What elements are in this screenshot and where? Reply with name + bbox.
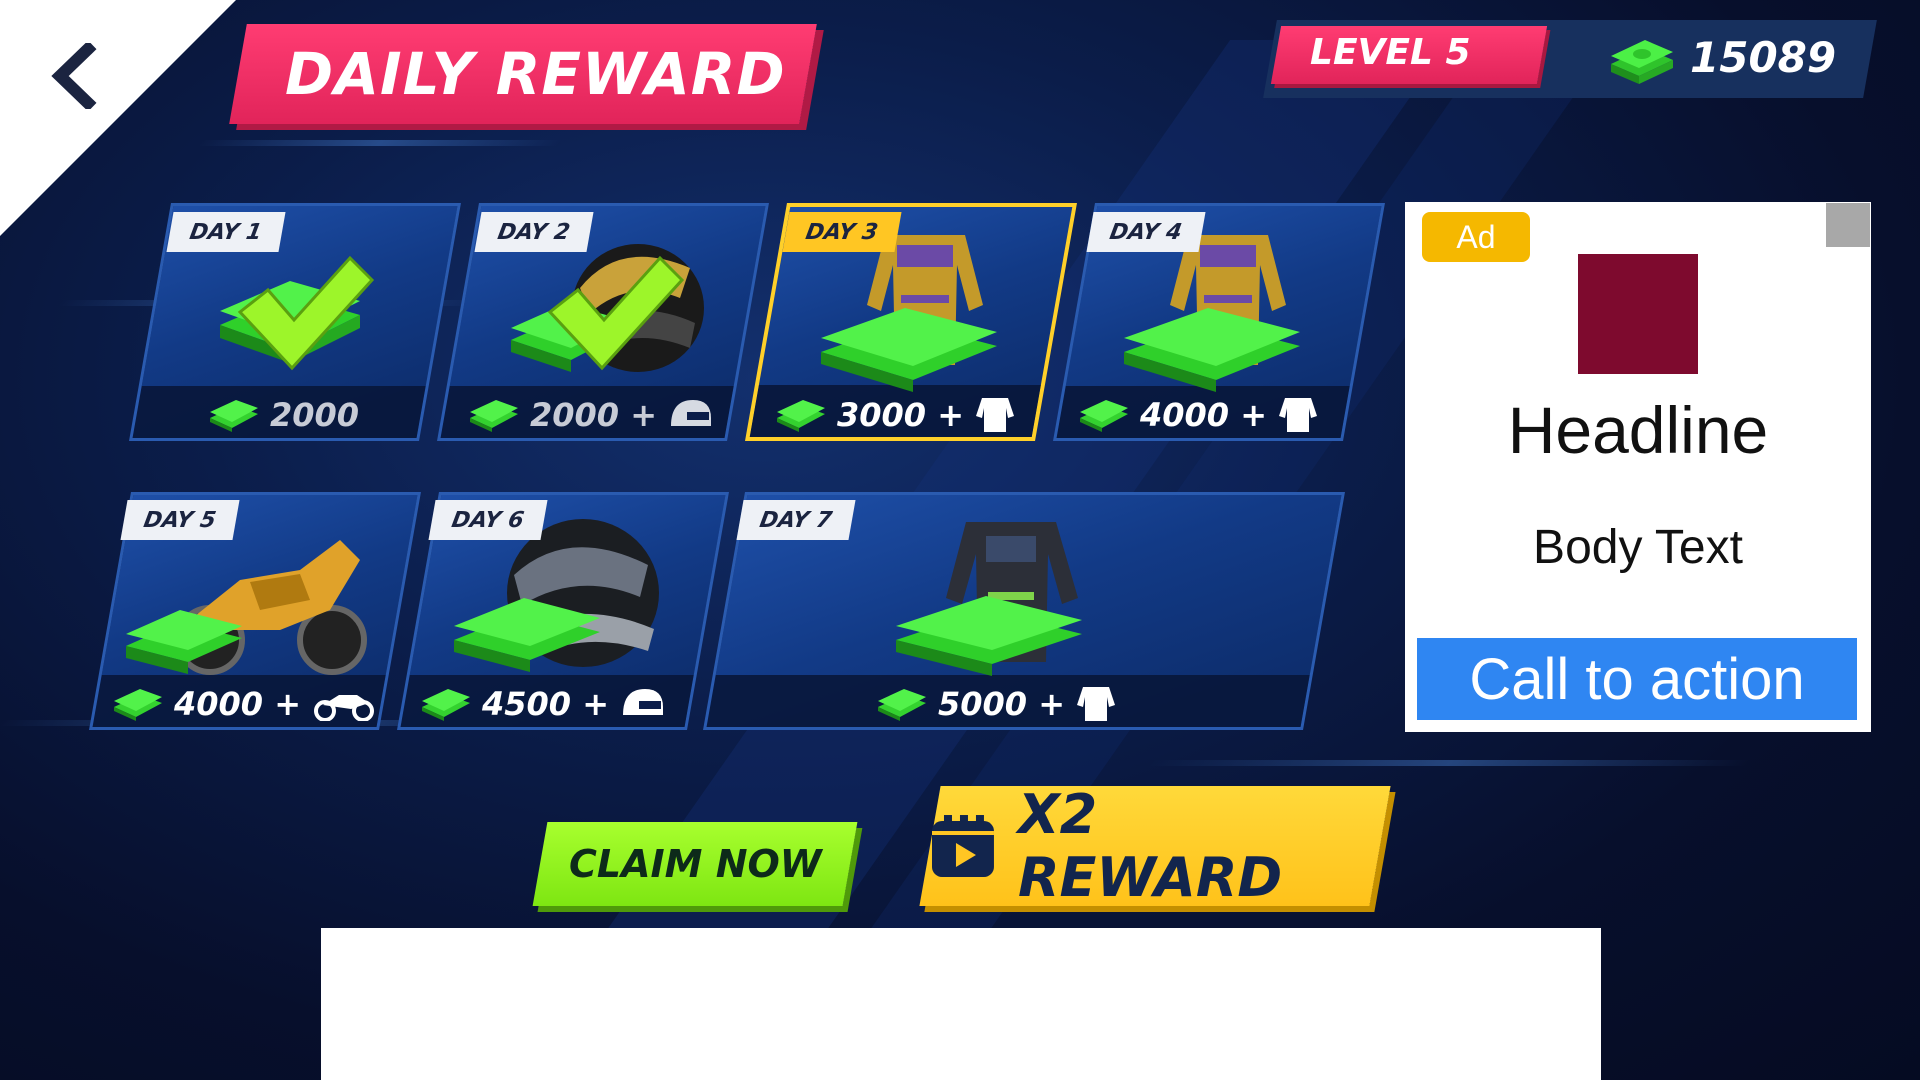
motorbike-icon: [314, 695, 375, 721]
reward-amount-row: 4500 +: [420, 685, 665, 723]
ad-badge: Ad: [1422, 212, 1530, 262]
cash-stack-icon: [126, 610, 242, 674]
reward-amount: 4000 +: [174, 685, 302, 723]
light-streak: [197, 140, 563, 146]
x2-reward-button[interactable]: X2 REWARD: [919, 783, 1391, 909]
day-label: DAY 2: [474, 212, 594, 252]
day-label: DAY 4: [1086, 212, 1206, 252]
suit-icon: [1279, 398, 1318, 432]
cash-icon: [1611, 40, 1673, 84]
cash-stack-icon: [454, 598, 600, 672]
helmet-icon: [671, 400, 712, 426]
day-label: DAY 6: [428, 500, 548, 540]
day-label: DAY 3: [782, 212, 902, 252]
claim-now-label: CLAIM NOW: [568, 842, 822, 886]
ad-close-button[interactable]: [1826, 203, 1870, 247]
helmet-icon: [623, 689, 664, 715]
reward-amount: 3000 +: [837, 396, 965, 434]
back-button[interactable]: [38, 36, 108, 116]
cash-icon: [1080, 400, 1128, 432]
day-label: DAY 5: [120, 500, 240, 540]
reward-amount-row: 2000 +: [468, 396, 713, 434]
ad-image-placeholder: [1578, 254, 1698, 374]
ad-headline: Headline: [1507, 393, 1769, 467]
cash-stack-icon: [821, 308, 997, 392]
x2-reward-content: X2 REWARD: [930, 783, 1380, 909]
cash-stack-icon: [1124, 308, 1300, 392]
reward-amount: 5000 +: [938, 685, 1066, 723]
reward-amount-row: 2000: [208, 396, 359, 434]
claim-now-button[interactable]: CLAIM NOW: [532, 822, 858, 906]
reward-amount-row: 4000 +: [1078, 396, 1319, 434]
reward-amount-row: 4000 +: [112, 685, 377, 723]
chevron-left-icon: [51, 43, 97, 109]
reward-amount: 2000 +: [530, 396, 658, 434]
reward-amount: 4000 +: [1140, 396, 1268, 434]
ad-body-text: Body Text: [1533, 521, 1743, 574]
day-label: DAY 7: [736, 500, 856, 540]
checkmark-icon: [237, 255, 375, 371]
light-streak: [1147, 760, 1753, 766]
level-label: LEVEL 5: [1310, 32, 1471, 73]
suit-icon: [976, 398, 1015, 432]
video-ad-icon: [931, 815, 994, 877]
day-label: DAY 1: [166, 212, 286, 252]
coin-balance: 15089: [1690, 33, 1837, 82]
reward-amount: 2000: [270, 396, 360, 434]
cash-stack-icon: [896, 596, 1082, 676]
reward-amount-row: 3000 +: [775, 396, 1016, 434]
cash-icon: [470, 400, 518, 432]
cash-icon: [878, 689, 926, 721]
reward-amount: 4500 +: [482, 685, 610, 723]
cash-icon: [777, 400, 825, 432]
checkmark-icon: [547, 255, 685, 371]
x2-reward-label: X2 REWARD: [1017, 783, 1283, 909]
banner-ad-placeholder[interactable]: [321, 928, 1601, 1080]
reward-amount-row: 5000 +: [876, 685, 1117, 723]
page-title: DAILY REWARD: [285, 40, 786, 108]
cash-icon: [114, 689, 162, 721]
cash-icon: [422, 689, 470, 721]
back-corner-panel: [0, 0, 236, 236]
suit-icon: [1077, 687, 1116, 721]
ad-cta-button[interactable]: Call to action: [1417, 638, 1857, 720]
cash-icon: [210, 400, 258, 432]
